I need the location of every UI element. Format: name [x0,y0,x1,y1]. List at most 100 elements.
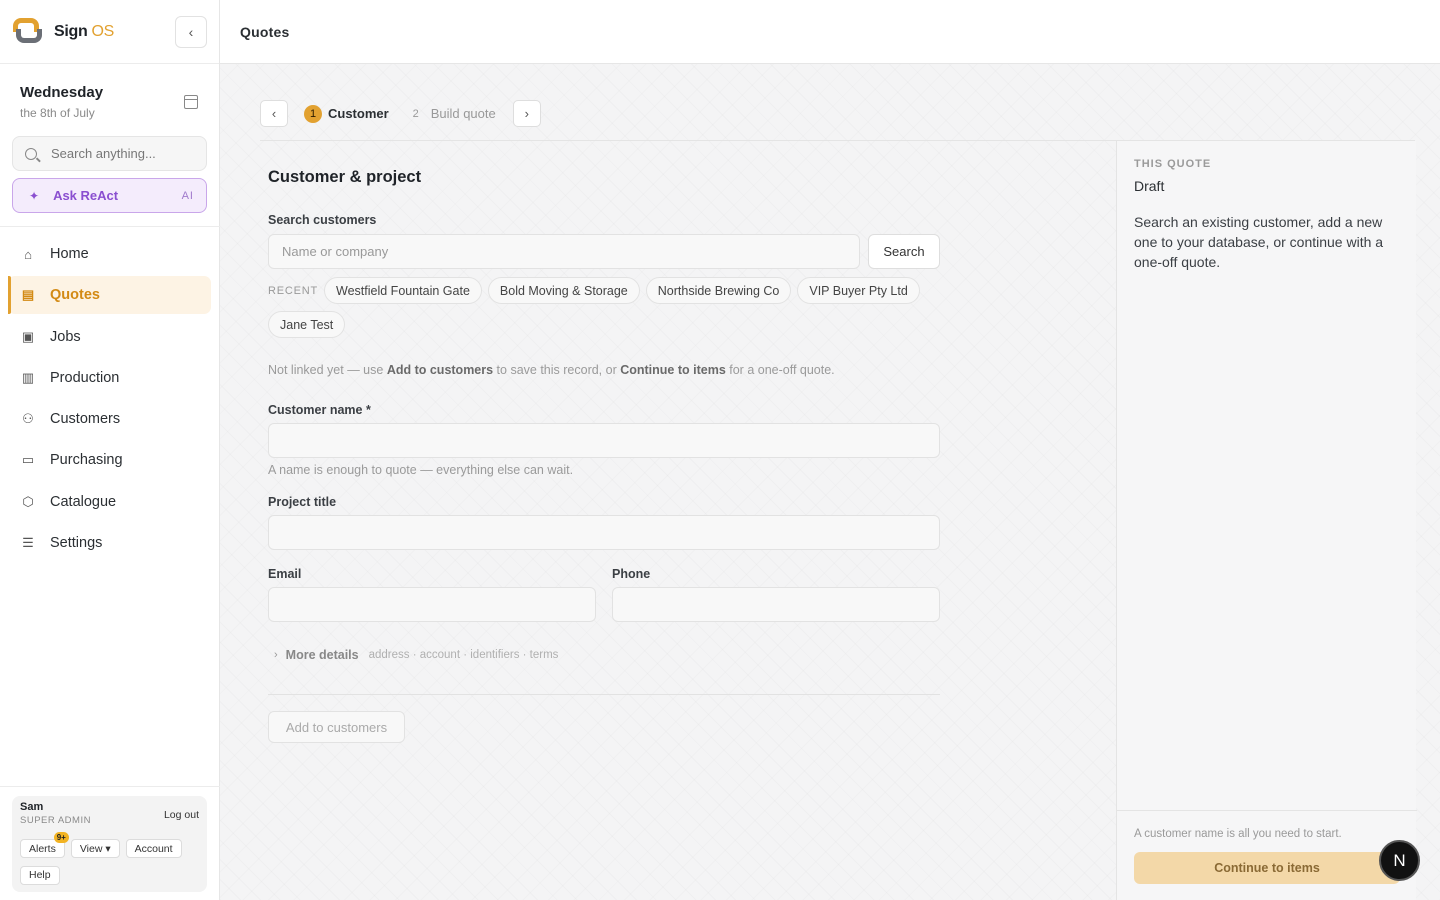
customer-name-field[interactable] [268,423,940,458]
step-number: 2 [412,107,419,120]
global-search[interactable] [12,136,207,171]
bar-chart-icon: ▥ [21,369,35,385]
form-divider [268,694,940,695]
calendar-icon[interactable] [184,95,198,109]
customer-name-hint: A name is enough to quote — everything e… [268,463,574,477]
section-title: Customer & project [268,168,422,186]
sidebar-item-production[interactable]: ▥ Production [8,359,211,397]
phone-field[interactable] [612,587,940,622]
search-customers-label: Search customers [268,213,377,227]
date-widget: Wednesday the 8th of July [0,64,219,192]
date-day: Wednesday [20,84,104,101]
summary-kicker: THIS QUOTE [1134,158,1212,170]
email-field[interactable] [268,587,596,622]
sidebar-item-label: Settings [50,535,103,552]
recent-customer-chip[interactable]: Westfield Fountain Gate [324,277,482,304]
logout-link[interactable]: Log out [164,809,199,821]
alerts-button[interactable]: Alerts 9+ [20,832,69,858]
recent-customer-chip[interactable]: Bold Moving & Storage [487,277,640,304]
more-details-summary: address · account · identifiers · terms [368,649,559,661]
step-label: Build quote [430,106,496,121]
document-icon: ▤ [21,287,35,303]
chevron-left-icon: ‹ [188,24,194,40]
search-input[interactable] [51,146,201,161]
link-status-note: Not linked yet — use Add to customers to… [268,363,835,377]
chevron-left-icon: ‹ [271,106,277,121]
step-next-button[interactable]: › [512,100,541,127]
user-divider [0,786,220,787]
customer-search-button[interactable]: Search [868,234,940,269]
recent-customer-chip[interactable]: Jane Test [268,311,346,338]
sidebar: SignOS ‹ Wednesday the 8th of July ✦ Ask… [0,0,220,900]
user-card: Sam SUPER ADMIN Log out Alerts 9+ View ▾ … [12,796,207,892]
dev-tools-badge-icon[interactable]: N [1379,840,1420,881]
email-label: Email [268,567,302,581]
recent-customer-chip[interactable]: VIP Buyer Pty Ltd [797,277,920,304]
help-button[interactable]: Help [20,865,60,885]
monitor-icon: ▭ [21,452,35,468]
recent-customer-chip[interactable]: Northside Brewing Co [645,277,792,304]
add-to-customers-button[interactable]: Add to customers [268,711,405,743]
collapse-sidebar-button[interactable]: ‹ [175,16,207,48]
step-customer[interactable]: 1 Customer [304,104,389,123]
ask-react-button[interactable]: ✦ Ask ReAct AI [12,178,207,213]
quote-status: Draft [1134,178,1165,194]
page-title: Quotes [240,23,290,40]
sidebar-item-home[interactable]: ⌂ Home [8,235,211,273]
step-label: Customer [328,106,389,121]
sidebar-item-label: Home [50,246,89,262]
sidebar-item-label: Quotes [50,287,100,304]
sidebar-item-label: Production [50,369,120,386]
sidebar-item-label: Purchasing [50,452,123,469]
quote-stepper: ‹ 1 Customer 2 Build quote › [260,100,541,127]
sign-os-logo-icon[interactable] [13,17,43,46]
summary-footer-hint: A customer name is all you need to start… [1134,828,1342,840]
more-details-toggle[interactable]: › More details address · account · ident… [274,648,558,662]
phone-label: Phone [612,567,651,581]
more-details-label: More details [285,648,359,662]
nav-divider [0,226,220,227]
project-title-label: Project title [268,495,337,509]
step-prev-button[interactable]: ‹ [260,100,288,127]
sparkle-icon: ✦ [29,188,40,203]
sidebar-item-label: Jobs [50,328,81,345]
account-button[interactable]: Account [125,839,182,858]
user-actions-row2: Help [20,865,60,885]
recent-label: RECENT [268,284,319,297]
alerts-badge: 9+ [53,832,69,843]
sidebar-item-quotes[interactable]: ▤ Quotes [8,276,211,315]
customer-name-label: Customer name * [268,403,371,417]
chevron-right-icon: › [524,106,529,121]
sidebar-item-customers[interactable]: ⚇ Customers [8,400,211,438]
box-icon: ⬡ [22,493,34,509]
sidebar-item-label: Catalogue [50,493,117,510]
search-icon [25,147,37,160]
main-content: ‹ 1 Customer 2 Build quote › Customer & … [220,64,1440,900]
summary-description: Search an existing customer, add a new o… [1134,214,1384,270]
chevron-right-icon: › [274,649,278,661]
quote-summary-panel: THIS QUOTE Draft Search an existing cust… [1116,141,1417,900]
ask-react-label: Ask ReAct [53,188,119,203]
clipboard-icon: ▣ [21,328,35,344]
sidebar-item-catalogue[interactable]: ⬡ Catalogue [8,483,211,521]
home-icon: ⌂ [24,246,32,262]
sidebar-item-jobs[interactable]: ▣ Jobs [8,318,211,356]
user-actions: Alerts 9+ View ▾ Account [20,832,182,858]
view-menu-button[interactable]: View ▾ [70,839,120,858]
customer-search-input[interactable] [268,234,860,269]
recent-customers: RECENT Westfield Fountain Gate Bold Movi… [268,277,948,338]
step-build-quote[interactable]: 2 Build quote [407,105,496,123]
top-header: Quotes [220,0,1440,64]
sidebar-item-label: Customers [50,411,121,428]
summary-footer-divider [1117,810,1417,811]
brand-header: Sign OS ‹ [0,0,219,64]
sidebar-item-settings[interactable]: ☰ Settings [8,524,211,562]
sliders-icon: ☰ [22,535,34,551]
sidebar-item-purchasing[interactable]: ▭ Purchasing [8,441,211,479]
continue-to-items-button[interactable]: Continue to items [1134,852,1400,884]
alerts-label: Alerts [29,842,56,855]
customer-form: Customer & project Search customers Sear… [268,141,940,743]
project-title-field[interactable] [268,515,940,550]
date-subtitle: the 8th of July [20,106,95,120]
ai-tag: AI [181,189,194,202]
